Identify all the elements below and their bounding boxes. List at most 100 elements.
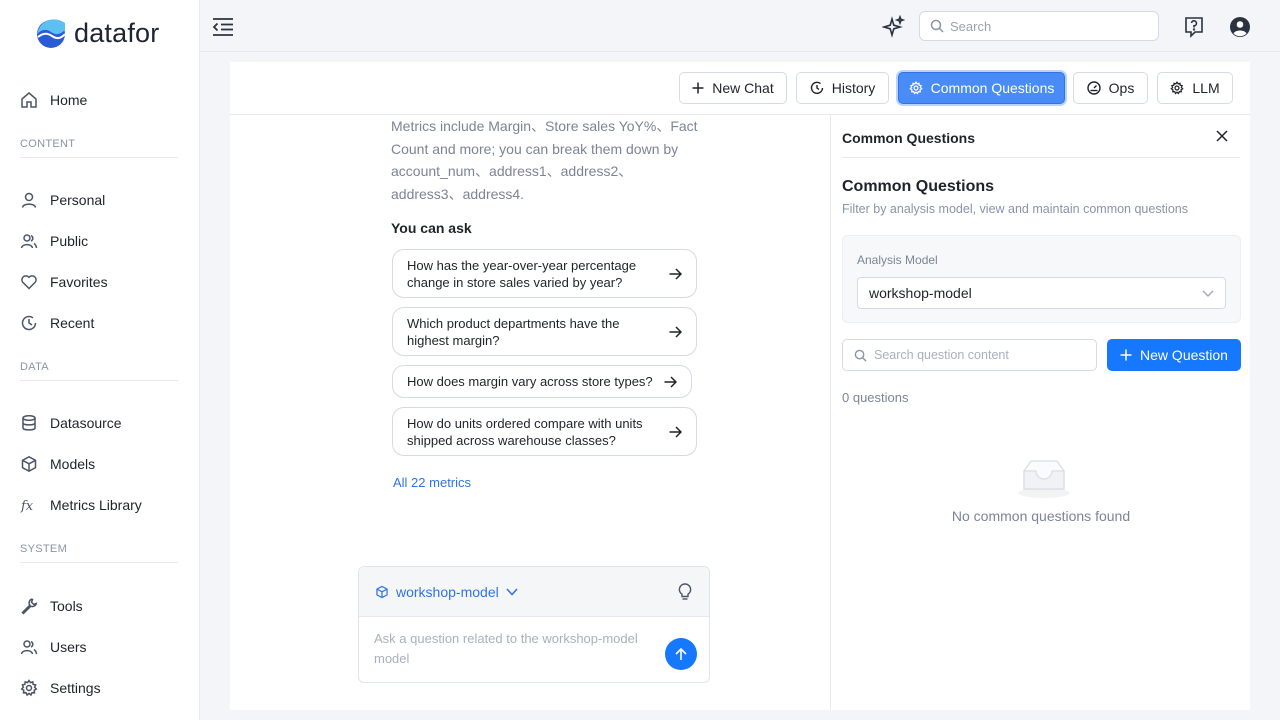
suggestions-title: You can ask: [391, 220, 472, 236]
datafor-logo-icon: [37, 18, 66, 48]
model-selector-label: workshop-model: [396, 583, 499, 600]
sidebar-item-recent[interactable]: Recent: [20, 311, 94, 335]
prompt-tips-button[interactable]: [677, 582, 693, 601]
new-chat-label: New Chat: [712, 80, 774, 96]
question-search-input[interactable]: [874, 348, 1089, 362]
question-input[interactable]: [374, 629, 654, 673]
sidebar-item-tools[interactable]: Tools: [20, 594, 83, 618]
svg-text:fx: fx: [20, 499, 34, 514]
sidebar-item-label: Personal: [50, 192, 106, 208]
arrow-up-icon: [675, 647, 687, 660]
sidebar-item-metrics-library[interactable]: fx Metrics Library: [20, 493, 142, 517]
new-question-label: New Question: [1140, 347, 1228, 363]
arrow-right-icon: [669, 325, 682, 338]
gear-icon: [1170, 81, 1185, 95]
sidebar-section-data: DATA: [20, 361, 178, 381]
sidebar: datafor Home CONTENT Personal Public Fav…: [0, 0, 200, 720]
sidebar-item-datasource[interactable]: Datasource: [20, 411, 122, 435]
question-search[interactable]: [842, 339, 1097, 371]
metrics-intro-text: Metrics include Margin、Store sales YoY%、…: [391, 118, 698, 202]
heart-icon: [21, 275, 37, 290]
menu-collapse-icon: [212, 18, 233, 36]
collapse-sidebar-button[interactable]: [212, 17, 234, 37]
sidebar-item-label: Favorites: [50, 274, 108, 290]
common-questions-panel: Common Questions Common Questions Filter…: [830, 115, 1250, 710]
user-icon: [21, 192, 37, 208]
suggested-question[interactable]: How has the year-over-year percentage ch…: [392, 249, 697, 298]
suggested-question-text: How has the year-over-year percentage ch…: [407, 257, 637, 290]
sidebar-item-label: Metrics Library: [50, 497, 142, 513]
analysis-model-label: Analysis Model: [857, 253, 938, 267]
ops-label: Ops: [1108, 80, 1135, 96]
home-icon: [21, 92, 37, 108]
suggested-question[interactable]: Which product departments have the highe…: [392, 307, 697, 356]
sidebar-item-label: Settings: [50, 680, 101, 696]
database-icon: [22, 414, 36, 431]
chevron-down-icon: [506, 587, 518, 596]
help-icon: [1185, 17, 1203, 38]
close-panel-button[interactable]: [1216, 130, 1228, 142]
gear-icon: [908, 81, 923, 95]
users-icon: [20, 234, 38, 249]
sparkle-icon: [882, 15, 906, 38]
analysis-model-value: workshop-model: [869, 285, 972, 301]
plus-icon: [1120, 349, 1132, 361]
empty-inbox-icon: [1016, 455, 1072, 499]
ops-button[interactable]: Ops: [1073, 72, 1148, 104]
sidebar-item-label: Models: [50, 456, 96, 472]
account-button[interactable]: [1229, 16, 1251, 38]
gear-icon: [20, 679, 38, 697]
composer-body: [359, 617, 709, 683]
new-question-button[interactable]: New Question: [1107, 339, 1241, 371]
ai-assistant-button[interactable]: [882, 15, 906, 39]
common-questions-subtitle: Filter by analysis model, view and maint…: [842, 202, 1188, 216]
search-icon: [854, 349, 867, 362]
lightbulb-icon: [678, 582, 692, 600]
sidebar-item-personal[interactable]: Personal: [20, 188, 105, 212]
suggested-question-text: How does margin vary across store types?: [407, 374, 653, 389]
common-questions-heading: Common Questions: [842, 178, 995, 195]
llm-button[interactable]: LLM: [1157, 72, 1233, 104]
panel-title: Common Questions: [842, 130, 976, 146]
send-button[interactable]: [665, 638, 697, 670]
global-search-input[interactable]: [950, 18, 1140, 34]
suggested-question-text: How do units ordered compare with units …: [407, 415, 643, 448]
new-chat-button[interactable]: New Chat: [679, 72, 787, 104]
sidebar-item-home[interactable]: Home: [20, 88, 87, 112]
sidebar-item-label: Tools: [50, 598, 83, 614]
analysis-model-select[interactable]: workshop-model: [857, 277, 1226, 309]
cube-icon: [21, 455, 37, 473]
wrench-icon: [21, 598, 38, 615]
brand-logo[interactable]: datafor: [36, 18, 159, 49]
sidebar-section-content: CONTENT: [20, 138, 178, 158]
arrow-right-icon: [664, 375, 677, 388]
clock-icon: [21, 315, 37, 331]
all-metrics-link[interactable]: All 22 metrics: [393, 475, 471, 490]
help-button[interactable]: [1183, 16, 1205, 38]
suggested-question[interactable]: How does margin vary across store types?: [392, 365, 692, 398]
chat-area: Metrics include Margin、Store sales YoY%、…: [230, 115, 830, 710]
history-label: History: [831, 80, 876, 96]
sidebar-section-system: SYSTEM: [20, 543, 178, 563]
sidebar-item-users[interactable]: Users: [20, 635, 87, 659]
user-avatar-icon: [1230, 17, 1250, 37]
llm-label: LLM: [1192, 80, 1220, 96]
suggested-question[interactable]: How do units ordered compare with units …: [392, 407, 697, 456]
sidebar-item-settings[interactable]: Settings: [20, 676, 101, 700]
question-count: 0 questions: [842, 390, 909, 405]
chat-toolbar: New Chat History Common Questions Ops LL…: [230, 62, 1250, 115]
users-icon: [20, 640, 38, 655]
history-button[interactable]: History: [796, 72, 889, 104]
sidebar-item-favorites[interactable]: Favorites: [20, 270, 108, 294]
cube-icon: [376, 585, 388, 598]
main-content: New Chat History Common Questions Ops LL…: [230, 62, 1250, 710]
common-questions-button[interactable]: Common Questions: [898, 72, 1065, 104]
model-selector[interactable]: workshop-model: [375, 584, 518, 600]
sidebar-item-public[interactable]: Public: [20, 229, 88, 253]
chat-composer: workshop-model: [358, 566, 710, 683]
sidebar-item-models[interactable]: Models: [20, 452, 95, 476]
common-questions-label: Common Questions: [930, 80, 1055, 96]
composer-header: workshop-model: [359, 567, 709, 617]
sidebar-item-label: Datasource: [50, 415, 122, 431]
global-search[interactable]: [919, 11, 1159, 41]
